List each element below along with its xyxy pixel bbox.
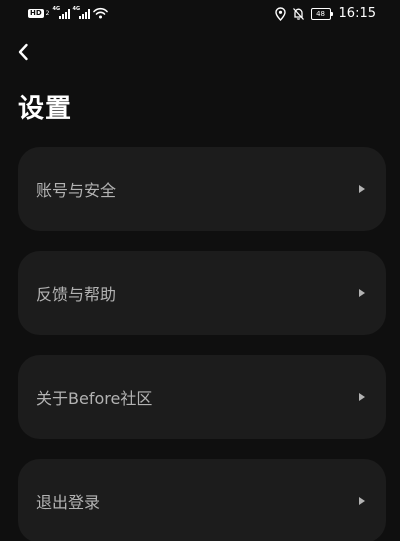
- battery-level: 48: [310, 7, 331, 20]
- location-icon: [274, 6, 286, 21]
- status-left-group: HD 2 4G 4G: [28, 5, 108, 19]
- status-bar: HD 2 4G 4G 48 16:15: [0, 0, 400, 28]
- signal-icon: 4G: [72, 5, 90, 19]
- hd-icon: HD: [28, 8, 44, 18]
- sim-number: 2: [45, 9, 50, 17]
- settings-item-label: 关于Before社区: [36, 389, 153, 408]
- caret-right-icon: [359, 185, 365, 193]
- settings-item-about[interactable]: 关于Before社区: [18, 355, 386, 439]
- status-time: 16:15: [338, 6, 376, 21]
- settings-item-account-security[interactable]: 账号与安全: [18, 147, 386, 231]
- settings-list: 账号与安全 反馈与帮助 关于Before社区 退出登录: [18, 147, 386, 541]
- settings-item-feedback-help[interactable]: 反馈与帮助: [18, 251, 386, 335]
- page-title: 设置: [18, 94, 73, 124]
- network-type-label: 4G: [72, 5, 81, 12]
- battery-icon: 48: [310, 7, 333, 20]
- wifi-icon: [92, 7, 108, 19]
- settings-item-label: 反馈与帮助: [36, 285, 117, 304]
- mute-icon: [292, 7, 304, 20]
- caret-right-icon: [359, 497, 365, 505]
- settings-item-label: 退出登录: [36, 493, 101, 512]
- settings-item-label: 账号与安全: [36, 181, 117, 200]
- caret-right-icon: [359, 289, 365, 297]
- settings-screen: HD 2 4G 4G 48 16:15 设置 账号与安全 反馈与帮助 关于Bef…: [0, 0, 400, 541]
- settings-item-logout[interactable]: 退出登录: [18, 459, 386, 541]
- network-type-label: 4G: [52, 5, 61, 12]
- caret-right-icon: [359, 393, 365, 401]
- back-button[interactable]: [12, 38, 36, 66]
- signal-icon: 4G: [52, 5, 70, 19]
- chevron-left-icon: [18, 43, 28, 61]
- status-right-group: 48 16:15: [274, 6, 376, 21]
